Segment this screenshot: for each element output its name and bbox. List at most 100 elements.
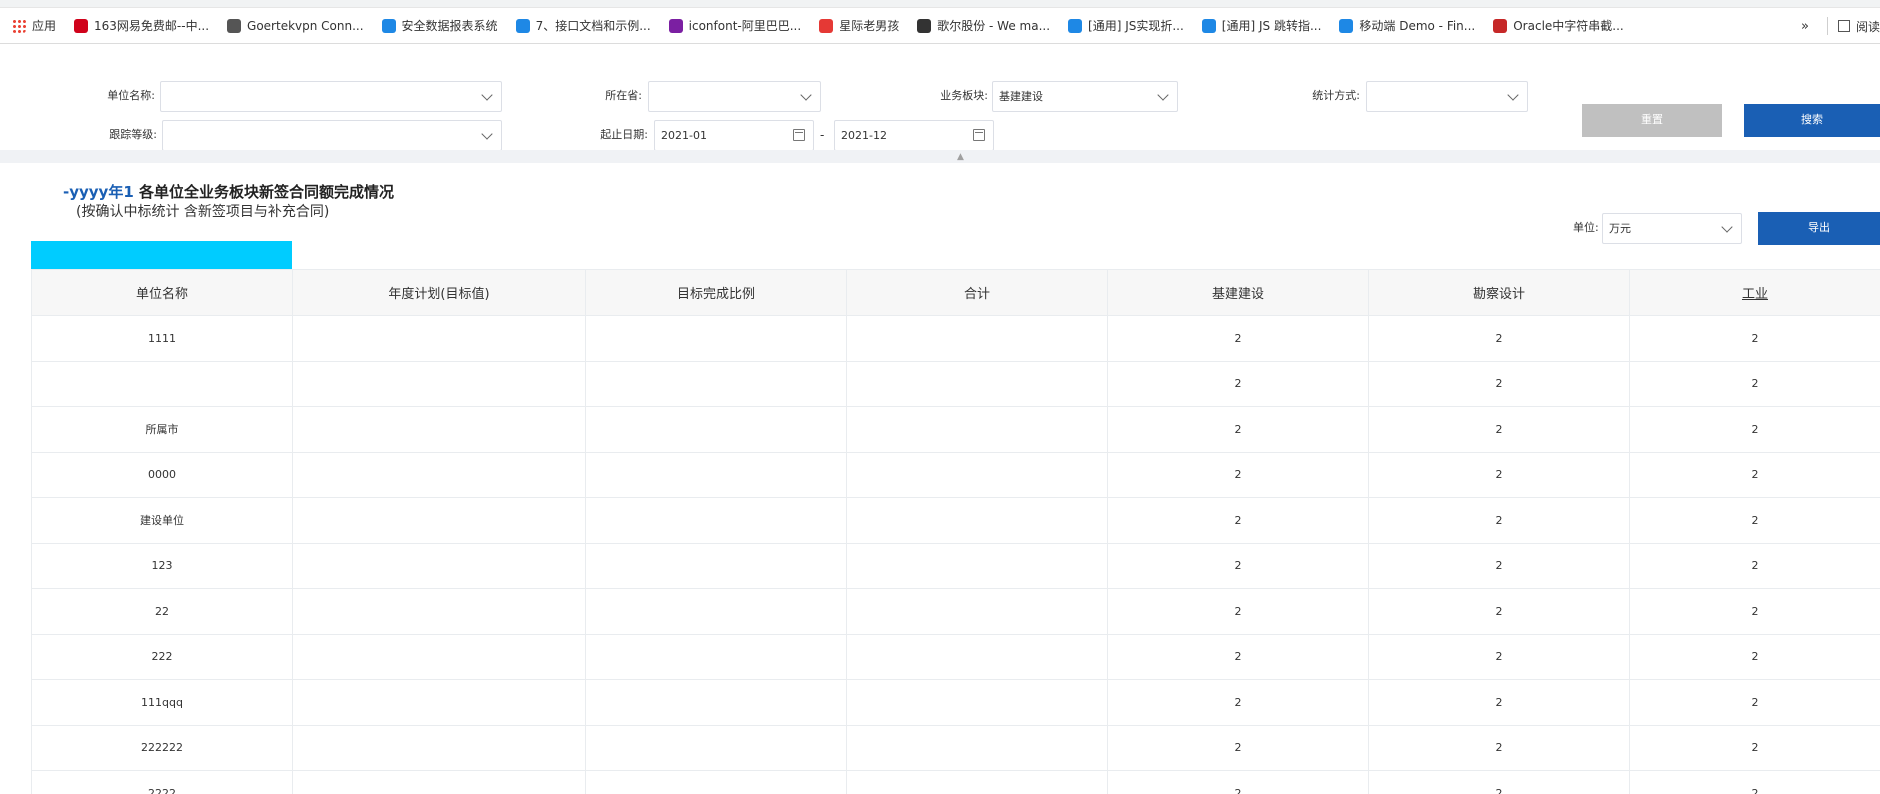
table-cell: 2 — [1368, 770, 1630, 794]
bookmark-item[interactable]: [通用] JS实现折... — [1068, 14, 1184, 38]
column-header-label: 年度计划(目标值) — [388, 287, 490, 302]
unit-value: 万元 — [1609, 222, 1631, 235]
chevron-up-icon[interactable]: ▲ — [957, 152, 964, 162]
chevron-down-icon — [481, 89, 493, 101]
table-cell: 2 — [1368, 588, 1630, 635]
table-cell — [846, 770, 1108, 794]
table-cell — [846, 360, 1108, 407]
table-cell — [292, 588, 586, 635]
table-row: 222222 2 2 2 — [31, 724, 1880, 771]
column-header[interactable]: 工业 — [1629, 269, 1880, 316]
table-cell: 2 — [1629, 315, 1880, 362]
bookmark-item[interactable]: 星际老男孩 — [819, 14, 899, 38]
table-row: 222 2 2 2 — [31, 633, 1880, 680]
table-cell: 2 — [1629, 542, 1880, 589]
bookmark-item[interactable]: Oracle中字符串截... — [1493, 14, 1624, 38]
bookmark-item[interactable]: 7、接口文档和示例... — [515, 14, 651, 38]
bookmarks-more-button[interactable]: » — [1801, 19, 1809, 34]
filter-collapse-bar[interactable]: ▲ — [0, 150, 1880, 163]
filter-panel: 单位名称: 所在省: 业务板块: 基建建设 统计方式: 跟踪等级: 起止日期: … — [0, 45, 1880, 151]
table-cell: 2 — [1368, 315, 1630, 362]
table-cell — [585, 770, 847, 794]
date-end-input[interactable]: 2021-12 — [834, 120, 994, 151]
table-row: 1111 2 2 2 — [31, 315, 1880, 362]
table-cell: 2 — [1107, 588, 1369, 635]
bookmark-label: 163网易免费邮--中... — [94, 19, 210, 33]
reset-button[interactable]: 重置 — [1582, 104, 1722, 137]
calendar-icon[interactable] — [973, 129, 985, 141]
bookmark-item[interactable]: [通用] JS 跳转指... — [1201, 14, 1321, 38]
table-cell — [31, 360, 293, 407]
table-cell — [585, 497, 847, 544]
bookmarks-right: » 阅读 — [1801, 8, 1880, 44]
unit-select[interactable]: 万元 — [1602, 213, 1742, 244]
business-select[interactable]: 基建建设 — [992, 81, 1178, 112]
table-cell: 2 — [1107, 633, 1369, 680]
report-title-year: -yyyy年1 — [63, 183, 134, 201]
unit-name-select[interactable] — [160, 81, 502, 112]
date-end-value: 2021-12 — [841, 129, 887, 142]
date-separator: - — [820, 128, 825, 142]
bookmark-item[interactable]: 应用 — [12, 14, 56, 38]
report-table: 单位名称 年度计划(目标值) 目标完成比例 合计 基建建设 勘察设计 工业 1111 2 2 2 2… — [31, 269, 1880, 794]
search-button[interactable]: 搜索 — [1744, 104, 1880, 137]
table-cell: 2 — [1629, 633, 1880, 680]
bookmark-label: 移动端 Demo - Fin... — [1359, 19, 1476, 33]
table-cell: 2 — [1629, 679, 1880, 726]
level-label: 跟踪等级: — [109, 128, 157, 141]
table-cell — [585, 633, 847, 680]
table-cell: 所属市 — [31, 406, 293, 453]
reading-list-icon[interactable] — [1837, 20, 1850, 32]
browser-address-strip — [0, 0, 1880, 8]
table-cell: 2 — [1107, 542, 1369, 589]
goertek-icon — [917, 18, 932, 33]
stat-method-label: 统计方式: — [1312, 89, 1360, 102]
bookmark-item[interactable]: 163网易免费邮--中... — [74, 14, 209, 38]
column-header[interactable]: 合计 — [846, 269, 1108, 316]
province-label: 所在省: — [605, 89, 642, 102]
table-row: 111qqq 2 2 2 — [31, 679, 1880, 726]
table-cell: 建设单位 — [31, 497, 293, 544]
column-header[interactable]: 年度计划(目标值) — [292, 269, 586, 316]
bookmark-doc-icon — [1201, 18, 1216, 33]
export-button[interactable]: 导出 — [1758, 212, 1880, 245]
bookmark-label: [通用] JS实现折... — [1088, 19, 1184, 33]
diamond-icon — [381, 18, 396, 33]
globe-icon — [227, 18, 242, 33]
table-cell: 2 — [1629, 360, 1880, 407]
column-header[interactable]: 基建建设 — [1107, 269, 1369, 316]
date-start-input[interactable]: 2021-01 — [654, 120, 814, 151]
table-cell — [846, 588, 1108, 635]
date-start-value: 2021-01 — [661, 129, 707, 142]
report-title: -yyyy年1 各单位全业务板块新签合同额完成情况 — [63, 181, 394, 202]
level-select[interactable] — [162, 120, 502, 151]
bookmark-item[interactable]: 安全数据报表系统 — [381, 14, 498, 38]
stat-method-select[interactable] — [1366, 81, 1528, 112]
table-row: 222 — [31, 360, 1880, 407]
table-cell — [585, 451, 847, 498]
bookmark-item[interactable]: iconfont-阿里巴巴... — [668, 14, 801, 38]
column-header-label: 合计 — [963, 287, 990, 302]
table-cell — [585, 315, 847, 362]
bookmark-item[interactable]: 移动端 Demo - Fin... — [1339, 14, 1475, 38]
bookmark-item[interactable]: Goertekvpn Conn... — [227, 14, 364, 38]
table-cell: 2 — [1629, 497, 1880, 544]
table-cell: 2 — [1368, 724, 1630, 771]
table-cell — [292, 360, 586, 407]
table-cell: 2 — [1107, 406, 1369, 453]
column-header[interactable]: 目标完成比例 — [585, 269, 847, 316]
bookmark-label: Oracle中字符串截... — [1513, 19, 1624, 33]
apps-grid-icon — [12, 18, 26, 33]
column-header-label: 勘察设计 — [1472, 287, 1525, 302]
column-header[interactable]: 单位名称 — [31, 269, 293, 316]
bookmark-doc-icon — [1339, 18, 1354, 33]
calendar-icon[interactable] — [793, 129, 805, 141]
table-cell: 111qqq — [31, 679, 293, 726]
column-header[interactable]: 勘察设计 — [1368, 269, 1630, 316]
bookmark-label: 星际老男孩 — [839, 19, 900, 33]
reading-list-label[interactable]: 阅读 — [1856, 18, 1880, 35]
active-tab-indicator[interactable] — [31, 241, 292, 269]
table-cell: 222 — [31, 633, 293, 680]
province-select[interactable] — [648, 81, 821, 112]
bookmark-item[interactable]: 歌尔股份 - We ma... — [917, 14, 1050, 38]
